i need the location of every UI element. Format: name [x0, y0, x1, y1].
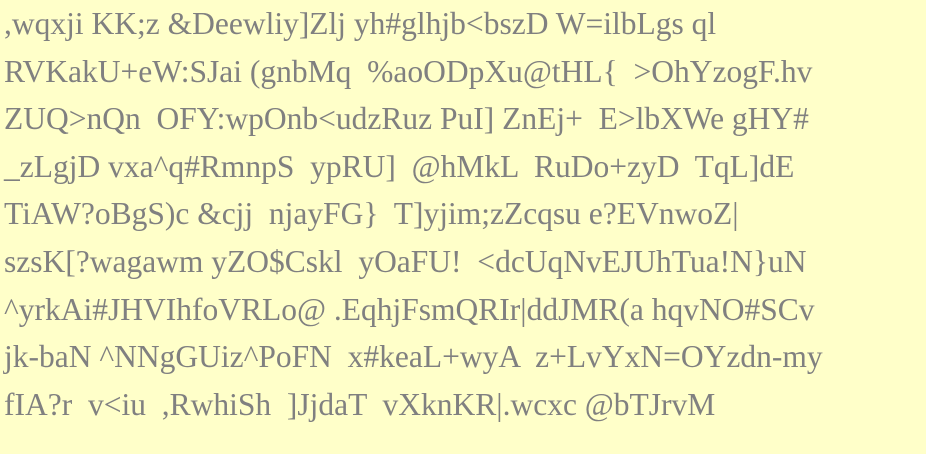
text-line-2: RVKakU+eW:SJai (gnbMq %aoODpXu@tHL{ >OhY…: [4, 53, 813, 89]
text-line-4: _zLgjD vxa^q#RmnpS ypRU] @hMkL RuDo+zyD …: [4, 148, 795, 184]
text-line-8: jk-baN ^NNgGUiz^PoFN x#keaL+wyA z+LvYxN=…: [4, 339, 823, 375]
text-line-9: fIA?r v<iu ,RwhiSh ]JjdaT vXknKR|.wcxc @…: [4, 386, 716, 422]
text-line-7: ^yrkAi#JHVIhfoVRLo@ .EqhjFsmQRIr|ddJMR(a…: [4, 291, 815, 327]
page-canvas: ,wqxji KK;z &Deewliy]Zlj yh#glhjb<bszD W…: [0, 0, 926, 454]
text-line-1: ,wqxji KK;z &Deewliy]Zlj yh#glhjb<bszD W…: [4, 6, 717, 41]
text-line-5: TiAW?oBgS)c &cjj njayFG} T]yjim;zZcqsu e…: [4, 196, 739, 232]
text-line-6: szsK[?wagawm yZO$Cskl yOaFU! <dcUqNvEJUh…: [4, 243, 807, 279]
text-line-3: ZUQ>nQn OFY:wpOnb<udzRuz PuI] ZnEj+ E>lb…: [4, 101, 809, 137]
text-block: ,wqxji KK;z &Deewliy]Zlj yh#glhjb<bszD W…: [4, 0, 924, 428]
